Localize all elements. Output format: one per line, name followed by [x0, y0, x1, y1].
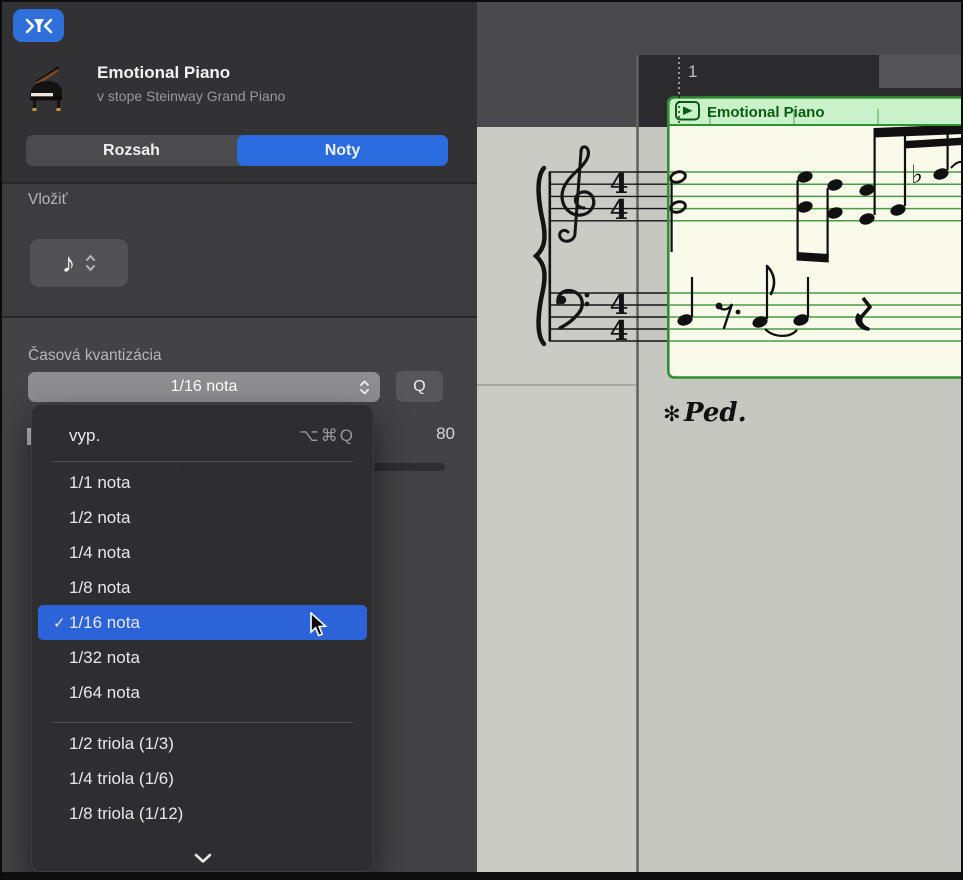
checkmark-icon: ✓ — [53, 614, 66, 632]
time-quantize-dropdown[interactable]: 1/16 nota — [28, 372, 380, 402]
flat-accidental: ♭ — [911, 160, 923, 189]
time-quantize-value: 1/16 nota — [171, 378, 238, 396]
track-title: Emotional Piano — [97, 63, 230, 83]
region-name-label: Emotional Piano — [707, 104, 825, 121]
menu-shortcut: ⌥⌘Q — [299, 426, 355, 446]
track-subtitle: v stope Steinway Grand Piano — [97, 88, 285, 104]
menu-item-1-2-triola[interactable]: 1/2 triola (1/3) — [32, 726, 373, 761]
pedal-asterisk: ✻ — [663, 402, 681, 426]
menu-item-1-64-nota[interactable]: 1/64 nota — [32, 675, 373, 710]
menu-item-1-4-triola[interactable]: 1/4 triola (1/6) — [32, 761, 373, 796]
inspector-tab-bar: Rozsah Noty — [26, 135, 448, 166]
svg-text:4: 4 — [610, 316, 629, 347]
tab-noty[interactable]: Noty — [237, 135, 448, 166]
quantize-apply-button[interactable]: Q — [396, 371, 443, 402]
velocity-value: 80 — [405, 424, 455, 444]
menu-item-1-8-nota[interactable]: 1/8 nota — [32, 570, 373, 605]
menu-separator — [53, 461, 353, 462]
score-page-margin — [477, 127, 637, 880]
quantize-section-label: Časová kvantizácia — [28, 347, 162, 365]
pedal-mark[interactable]: ✻ Ped. — [663, 398, 747, 428]
svg-text:4: 4 — [610, 195, 629, 226]
midi-in-filter-button[interactable] — [13, 9, 64, 42]
insert-note-value-button[interactable]: ♪ — [30, 239, 128, 287]
midi-region-body[interactable] — [667, 97, 963, 379]
menu-item-1-32-nota[interactable]: 1/32 nota — [32, 640, 373, 675]
menu-scroll-more[interactable] — [32, 845, 373, 871]
app-window: 1 — [0, 0, 963, 880]
window-bottom-edge — [0, 872, 963, 880]
menu-item-1-2-nota[interactable]: 1/2 nota — [32, 500, 373, 535]
insert-section-label: Vložiť — [28, 191, 67, 209]
menu-item-1-8-triola[interactable]: 1/8 triola (1/12) — [32, 796, 373, 831]
ruler-highlight-block — [879, 55, 963, 88]
grand-piano-icon — [22, 60, 68, 112]
chevron-down-icon — [193, 852, 213, 864]
eighth-note-icon: ♪ — [62, 250, 76, 277]
tab-rozsah[interactable]: Rozsah — [26, 135, 237, 166]
mouse-cursor — [308, 612, 330, 639]
menu-item-vyp[interactable]: vyp. ⌥⌘Q — [32, 418, 373, 453]
pedal-label: Ped. — [683, 398, 747, 428]
dropdown-chevrons-icon — [359, 379, 370, 396]
score-area: 1 — [477, 0, 963, 880]
menu-item-1-1-nota[interactable]: 1/1 nota — [32, 465, 373, 500]
ruler-bar-number: 1 — [688, 62, 697, 81]
stepper-chevrons-icon — [85, 253, 96, 273]
menu-separator — [53, 722, 353, 723]
midi-in-filter-icon — [20, 15, 58, 37]
menu-item-1-4-nota[interactable]: 1/4 nota — [32, 535, 373, 570]
